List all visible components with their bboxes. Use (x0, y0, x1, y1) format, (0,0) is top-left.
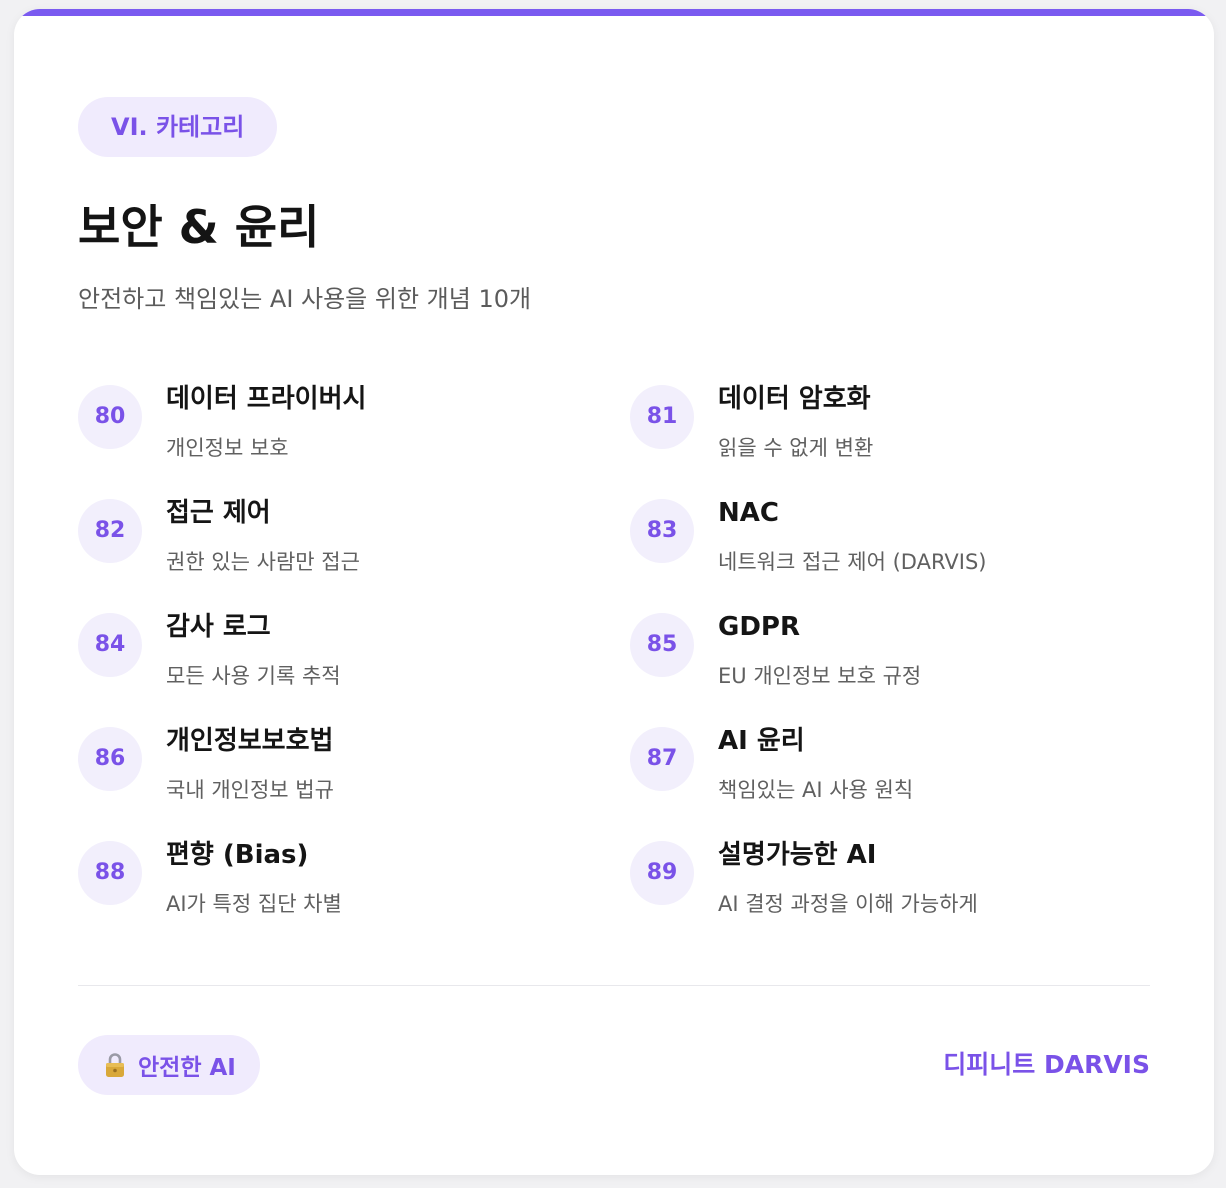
footer-divider (78, 985, 1150, 986)
concept-number: 87 (630, 727, 694, 791)
concept-item: 85 GDPR EU 개인정보 보호 규정 (630, 612, 1150, 727)
concept-title: AI 윤리 (718, 726, 805, 756)
concept-title: GDPR (718, 612, 800, 642)
concept-description: 개인정보 보호 (166, 436, 289, 460)
concept-description: EU 개인정보 보호 규정 (718, 664, 922, 688)
lock-icon (104, 1052, 126, 1078)
brand-name: 디피니트 DARVIS (943, 1050, 1150, 1079)
concept-number: 86 (78, 727, 142, 791)
concept-description: 권한 있는 사람만 접근 (166, 550, 360, 574)
concept-number: 80 (78, 385, 142, 449)
concept-item: 87 AI 윤리 책임있는 AI 사용 원칙 (630, 726, 1150, 841)
category-badge: VI. 카테고리 (78, 97, 278, 157)
concept-grid: 80 데이터 프라이버시 개인정보 보호 81 데이터 암호화 읽을 수 없게 … (78, 384, 1158, 955)
concept-number: 85 (630, 613, 694, 677)
card-accent-bar (14, 9, 1214, 16)
concept-number: 84 (78, 613, 142, 677)
concept-item: 83 NAC 네트워크 접근 제어 (DARVIS) (630, 498, 1150, 613)
concept-number: 81 (630, 385, 694, 449)
concept-item: 89 설명가능한 AI AI 결정 과정을 이해 가능하게 (630, 840, 1150, 955)
concept-description: 읽을 수 없게 변환 (718, 436, 874, 460)
concept-number: 88 (78, 841, 142, 905)
concept-description: AI 결정 과정을 이해 가능하게 (718, 892, 978, 916)
concept-description: 네트워크 접근 제어 (DARVIS) (718, 550, 987, 574)
concept-title: 설명가능한 AI (718, 840, 877, 870)
concept-title: 감사 로그 (166, 612, 271, 642)
concept-number: 83 (630, 499, 694, 563)
concept-item: 82 접근 제어 권한 있는 사람만 접근 (78, 498, 630, 613)
concept-item: 80 데이터 프라이버시 개인정보 보호 (78, 384, 630, 499)
concept-title: 데이터 암호화 (718, 384, 871, 414)
concept-title: 편향 (Bias) (166, 840, 309, 870)
page-subtitle: 안전하고 책임있는 AI 사용을 위한 개념 10개 (78, 285, 532, 313)
concept-number: 82 (78, 499, 142, 563)
concept-description: 책임있는 AI 사용 원칙 (718, 778, 914, 802)
concept-item: 86 개인정보보호법 국내 개인정보 법규 (78, 726, 630, 841)
concept-item: 88 편향 (Bias) AI가 특정 집단 차별 (78, 840, 630, 955)
concept-description: 모든 사용 기록 추적 (166, 664, 341, 688)
safe-ai-label: 안전한 AI (138, 1055, 236, 1081)
concept-item: 84 감사 로그 모든 사용 기록 추적 (78, 612, 630, 727)
concept-description: 국내 개인정보 법규 (166, 778, 334, 802)
concept-number: 89 (630, 841, 694, 905)
safe-ai-badge: 안전한 AI (78, 1035, 260, 1095)
concept-title: 데이터 프라이버시 (166, 384, 367, 414)
concept-title: 접근 제어 (166, 498, 271, 528)
concept-item: 81 데이터 암호화 읽을 수 없게 변환 (630, 384, 1150, 499)
page-title: 보안 & 윤리 (78, 200, 320, 254)
concept-title: 개인정보보호법 (166, 726, 334, 756)
concept-title: NAC (718, 498, 779, 528)
category-card: VI. 카테고리 보안 & 윤리 안전하고 책임있는 AI 사용을 위한 개념 … (14, 9, 1214, 1175)
concept-description: AI가 특정 집단 차별 (166, 892, 342, 916)
